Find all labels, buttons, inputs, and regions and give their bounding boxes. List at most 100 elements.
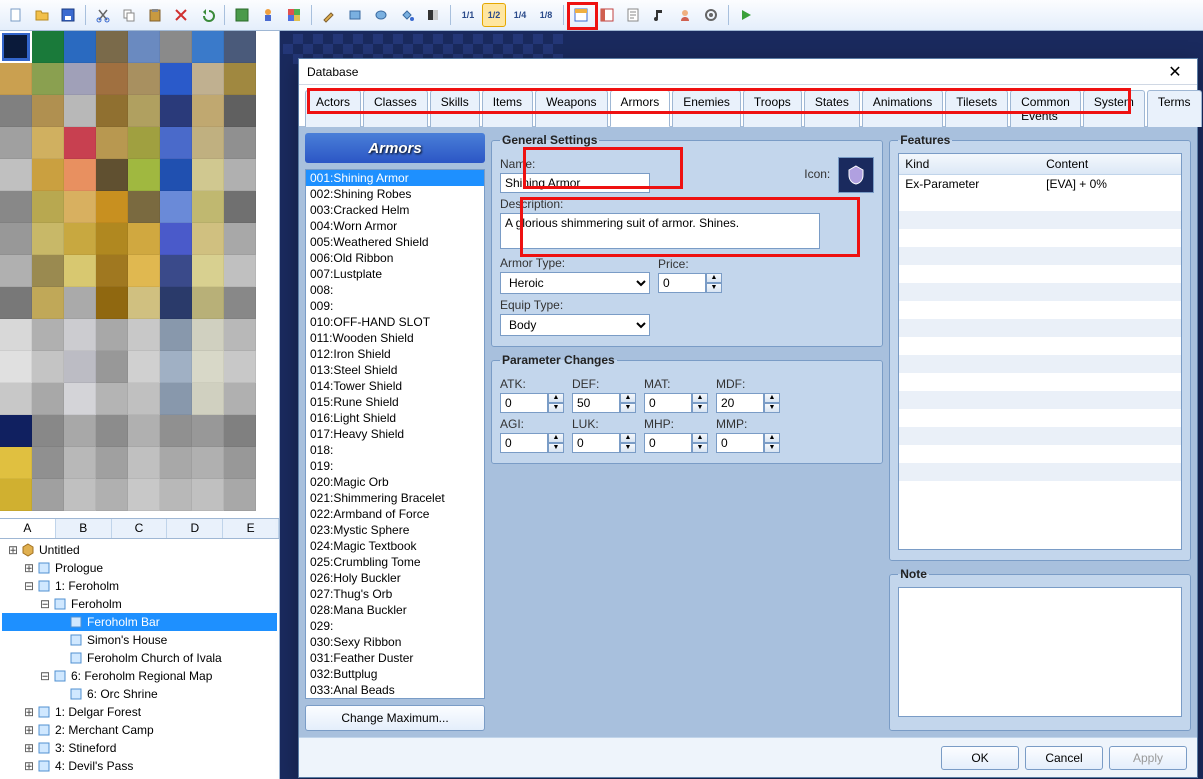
apply-button[interactable]: Apply <box>1109 746 1187 770</box>
tile[interactable] <box>0 255 32 287</box>
tile[interactable] <box>224 127 256 159</box>
tile[interactable] <box>128 191 160 223</box>
tile[interactable] <box>160 95 192 127</box>
layer-tab-E[interactable]: E <box>223 519 279 538</box>
layer-tab-C[interactable]: C <box>112 519 168 538</box>
tile[interactable] <box>96 63 128 95</box>
zoom-1-1-button[interactable]: 1/1 <box>456 3 480 27</box>
event-mode-button[interactable] <box>256 3 280 27</box>
tile[interactable] <box>32 31 64 63</box>
tile[interactable] <box>160 255 192 287</box>
tile[interactable] <box>64 95 96 127</box>
map-tree[interactable]: ⊞Untitled⊞Prologue⊟1: Feroholm⊟FeroholmF… <box>0 539 279 779</box>
list-item[interactable]: 025:Crumbling Tome <box>306 554 484 570</box>
tab-common-events[interactable]: Common Events <box>1010 90 1081 127</box>
tile[interactable] <box>224 255 256 287</box>
tile[interactable] <box>64 159 96 191</box>
cancel-button[interactable]: Cancel <box>1025 746 1103 770</box>
tab-skills[interactable]: Skills <box>430 90 480 127</box>
tile[interactable] <box>160 383 192 415</box>
tab-states[interactable]: States <box>804 90 860 127</box>
tree-node[interactable]: ⊟1: Feroholm <box>2 577 277 595</box>
tile[interactable] <box>0 95 32 127</box>
armor-list[interactable]: 001:Shining Armor002:Shining Robes003:Cr… <box>305 169 485 699</box>
tile[interactable] <box>224 351 256 383</box>
tile[interactable] <box>96 447 128 479</box>
tile[interactable] <box>224 191 256 223</box>
tree-toggle[interactable]: ⊞ <box>22 561 36 575</box>
list-item[interactable]: 018: <box>306 442 484 458</box>
tab-tilesets[interactable]: Tilesets <box>945 90 1008 127</box>
tile[interactable] <box>128 447 160 479</box>
tile[interactable] <box>32 95 64 127</box>
undo-button[interactable] <box>195 3 219 27</box>
tree-toggle[interactable]: ⊞ <box>6 543 20 557</box>
tile[interactable] <box>64 383 96 415</box>
tile[interactable] <box>128 223 160 255</box>
list-item[interactable]: 004:Worn Armor <box>306 218 484 234</box>
tile[interactable] <box>96 191 128 223</box>
tab-troops[interactable]: Troops <box>743 90 802 127</box>
list-item[interactable]: 023:Mystic Sphere <box>306 522 484 538</box>
tile[interactable] <box>96 95 128 127</box>
mmp-input[interactable]: ▲▼ <box>716 433 780 453</box>
tree-node[interactable]: ⊞Untitled <box>2 541 277 559</box>
tile[interactable] <box>160 159 192 191</box>
tree-toggle[interactable]: ⊟ <box>38 669 52 683</box>
list-item[interactable]: 011:Wooden Shield <box>306 330 484 346</box>
armor-type-select[interactable]: Heroic <box>500 272 650 294</box>
paste-button[interactable] <box>143 3 167 27</box>
tile[interactable] <box>64 127 96 159</box>
tab-terms[interactable]: Terms <box>1147 90 1202 127</box>
feature-row[interactable]: Ex-Parameter[EVA] + 0% <box>899 175 1181 193</box>
tree-node[interactable]: ⊞2: Merchant Camp <box>2 721 277 739</box>
tile[interactable] <box>64 319 96 351</box>
list-item[interactable]: 014:Tower Shield <box>306 378 484 394</box>
tile[interactable] <box>32 63 64 95</box>
tile[interactable] <box>192 31 224 63</box>
tile[interactable] <box>32 479 64 511</box>
tile[interactable] <box>96 287 128 319</box>
pencil-tool-button[interactable] <box>317 3 341 27</box>
tree-node[interactable]: Simon's House <box>2 631 277 649</box>
tile[interactable] <box>32 319 64 351</box>
tree-node[interactable]: ⊞1: Delgar Forest <box>2 703 277 721</box>
tile[interactable] <box>64 255 96 287</box>
luk-input[interactable]: ▲▼ <box>572 433 636 453</box>
ellipse-tool-button[interactable] <box>369 3 393 27</box>
mhp-input[interactable]: ▲▼ <box>644 433 708 453</box>
tile[interactable] <box>0 351 32 383</box>
tile[interactable] <box>128 287 160 319</box>
save-button[interactable] <box>56 3 80 27</box>
tile[interactable] <box>128 255 160 287</box>
tile[interactable] <box>192 351 224 383</box>
list-item[interactable]: 005:Weathered Shield <box>306 234 484 250</box>
cut-button[interactable] <box>91 3 115 27</box>
tile[interactable] <box>224 31 256 63</box>
tile[interactable] <box>64 479 96 511</box>
tile[interactable] <box>64 63 96 95</box>
tile[interactable] <box>192 415 224 447</box>
tile[interactable] <box>192 95 224 127</box>
tree-toggle[interactable]: ⊟ <box>38 597 52 611</box>
tab-weapons[interactable]: Weapons <box>535 90 607 127</box>
icon-picker[interactable] <box>838 157 874 193</box>
tile[interactable] <box>96 351 128 383</box>
price-input[interactable]: ▲▼ <box>658 273 722 293</box>
note-input[interactable] <box>898 587 1182 717</box>
tile[interactable] <box>0 447 32 479</box>
tile[interactable] <box>224 415 256 447</box>
fill-tool-button[interactable] <box>395 3 419 27</box>
playtest-button[interactable] <box>734 3 758 27</box>
script-editor-button[interactable] <box>621 3 645 27</box>
list-item[interactable]: 033:Anal Beads <box>306 682 484 698</box>
list-item[interactable]: 012:Iron Shield <box>306 346 484 362</box>
tile[interactable] <box>224 223 256 255</box>
tile[interactable] <box>160 351 192 383</box>
tile[interactable] <box>64 287 96 319</box>
tile[interactable] <box>128 63 160 95</box>
tile[interactable] <box>64 351 96 383</box>
map-mode-button[interactable] <box>230 3 254 27</box>
tile[interactable] <box>32 255 64 287</box>
list-item[interactable]: 009: <box>306 298 484 314</box>
